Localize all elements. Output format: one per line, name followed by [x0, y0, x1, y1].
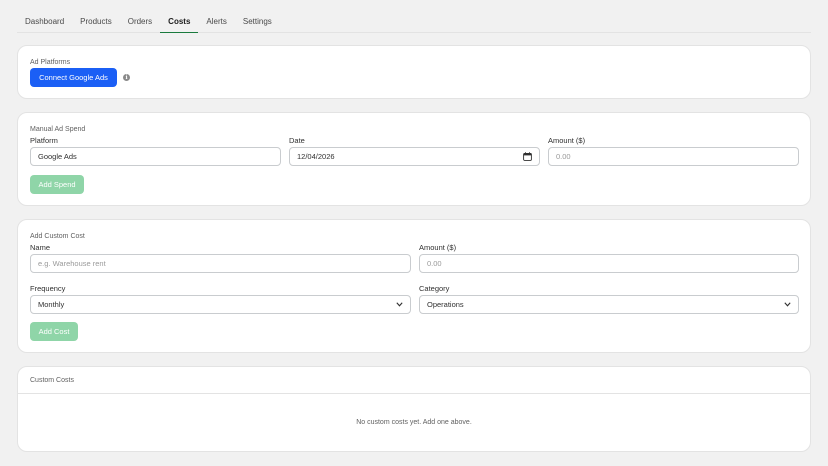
platform-value: Google Ads [38, 152, 77, 161]
name-label: Name [30, 243, 51, 252]
date-value: 12/04/2026 [297, 152, 335, 161]
calendar-icon[interactable] [523, 152, 532, 161]
connect-google-ads-button[interactable]: Connect Google Ads [30, 68, 117, 87]
amount-placeholder: 0.00 [556, 152, 571, 161]
add-custom-cost-title: Add Custom Cost [30, 233, 85, 240]
chevron-down-icon [784, 302, 791, 307]
cost-amount-label: Amount ($) [419, 243, 457, 252]
add-spend-button[interactable]: Add Spend [30, 175, 84, 194]
info-icon[interactable]: i [123, 74, 130, 81]
amount-label: Amount ($) [548, 136, 586, 145]
tab-alerts[interactable]: Alerts [198, 10, 234, 33]
frequency-label: Frequency [30, 284, 66, 293]
tab-settings[interactable]: Settings [235, 10, 280, 33]
cost-amount-input[interactable]: 0.00 [419, 254, 799, 273]
category-select[interactable]: Operations [419, 295, 799, 314]
category-value: Operations [427, 300, 464, 309]
name-placeholder: e.g. Warehouse rent [38, 259, 106, 268]
tab-costs[interactable]: Costs [160, 10, 199, 33]
frequency-select[interactable]: Monthly [30, 295, 411, 314]
custom-costs-card: Custom Costs No custom costs yet. Add on… [17, 366, 811, 452]
platform-label: Platform [30, 136, 58, 145]
custom-costs-title: Custom Costs [30, 377, 74, 384]
category-label: Category [419, 284, 450, 293]
manual-ad-spend-title: Manual Ad Spend [30, 126, 86, 133]
tab-products[interactable]: Products [72, 10, 120, 33]
manual-ad-spend-card: Manual Ad Spend Platform Google Ads Date… [17, 112, 811, 206]
tab-orders[interactable]: Orders [120, 10, 160, 33]
name-input[interactable]: e.g. Warehouse rent [30, 254, 411, 273]
date-field[interactable]: 12/04/2026 [289, 147, 540, 166]
date-label: Date [289, 136, 305, 145]
add-cost-button[interactable]: Add Cost [30, 322, 78, 341]
frequency-value: Monthly [38, 300, 65, 309]
platform-field[interactable]: Google Ads [30, 147, 281, 166]
amount-input[interactable]: 0.00 [548, 147, 799, 166]
tab-dashboard[interactable]: Dashboard [17, 10, 72, 33]
nav-tabs: Dashboard Products Orders Costs Alerts S… [17, 10, 811, 33]
empty-state-message: No custom costs yet. Add one above. [356, 419, 472, 426]
chevron-down-icon [396, 302, 403, 307]
ad-platforms-card: Ad Platforms Connect Google Ads i [17, 45, 811, 99]
card-divider [18, 393, 810, 394]
cost-amount-placeholder: 0.00 [427, 259, 442, 268]
ad-platforms-title: Ad Platforms [30, 59, 71, 66]
add-custom-cost-card: Add Custom Cost Name e.g. Warehouse rent… [17, 219, 811, 353]
